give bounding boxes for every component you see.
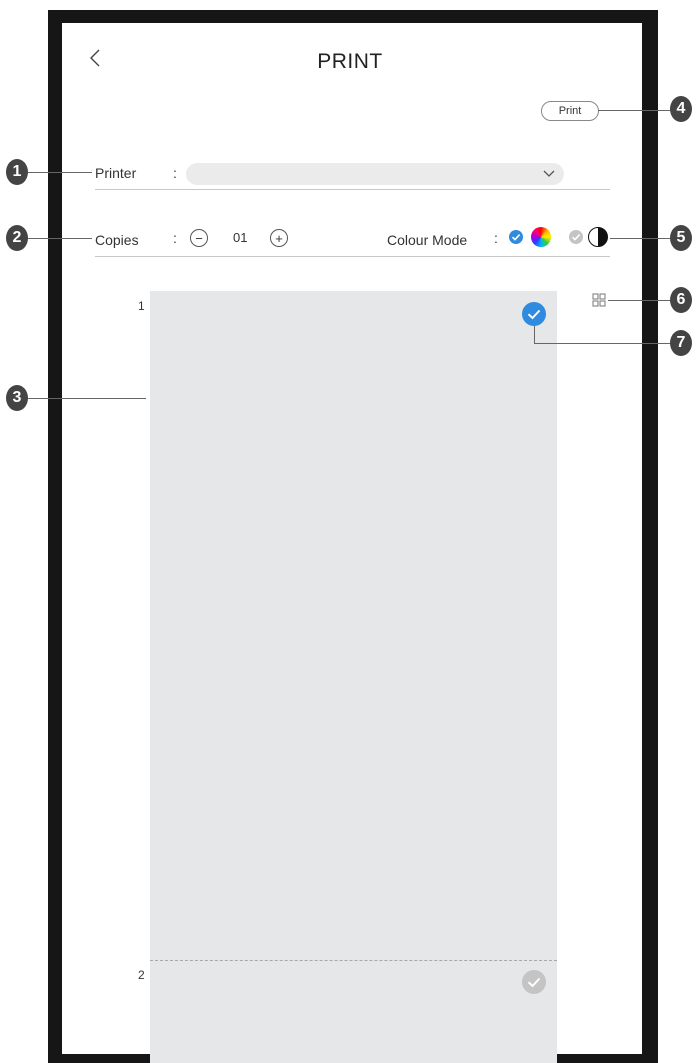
black-white-icon[interactable] [588,227,608,247]
check-icon [527,309,541,320]
callout-7: 7 [670,330,692,356]
callout-3-line [28,398,146,399]
copies-value: 01 [233,230,248,245]
printer-dropdown[interactable] [186,163,564,185]
page-1-select-check[interactable] [522,302,546,326]
callout-4-line [598,110,670,111]
chevron-down-icon [543,170,555,177]
check-icon [571,234,581,241]
page-number-1: 1 [138,299,145,313]
copies-divider [95,256,610,257]
callout-6-line [608,300,670,301]
print-preview[interactable] [150,291,557,1063]
print-button[interactable]: Print [541,101,599,121]
colour-mode-colon: : [494,230,498,246]
chevron-left-icon [90,49,100,67]
check-icon [527,977,541,988]
callout-1-line [28,172,92,173]
printer-label: Printer [95,165,137,181]
copies-label: Copies [95,232,139,248]
callout-5: 5 [670,225,692,251]
callout-6: 6 [670,287,692,313]
printer-colon: : [173,165,177,181]
printer-divider [95,189,610,190]
callout-7-line-vertical [534,326,535,344]
callout-2: 2 [6,225,28,251]
colour-wheel-icon[interactable] [531,227,551,247]
colour-mode-label: Colour Mode [387,232,468,248]
colour-mode-colour-radio[interactable] [509,230,523,244]
page-2-select-check[interactable] [522,970,546,994]
callout-5-line [610,238,670,239]
callout-4: 4 [670,96,692,122]
callout-3: 3 [6,385,28,411]
increase-copies-button[interactable]: + [270,229,288,247]
colour-mode-bw-radio[interactable] [569,230,583,244]
page-number-2: 2 [138,968,145,982]
callout-1: 1 [6,159,28,185]
callout-2-line [28,238,92,239]
page-title: PRINT [317,50,383,73]
callout-7-line [534,343,670,344]
check-icon [511,234,521,241]
decrease-copies-button[interactable]: − [190,229,208,247]
back-button[interactable] [88,48,108,72]
grid-view-icon[interactable] [592,293,606,312]
copies-colon: : [173,230,177,246]
page-break-line [150,960,557,961]
